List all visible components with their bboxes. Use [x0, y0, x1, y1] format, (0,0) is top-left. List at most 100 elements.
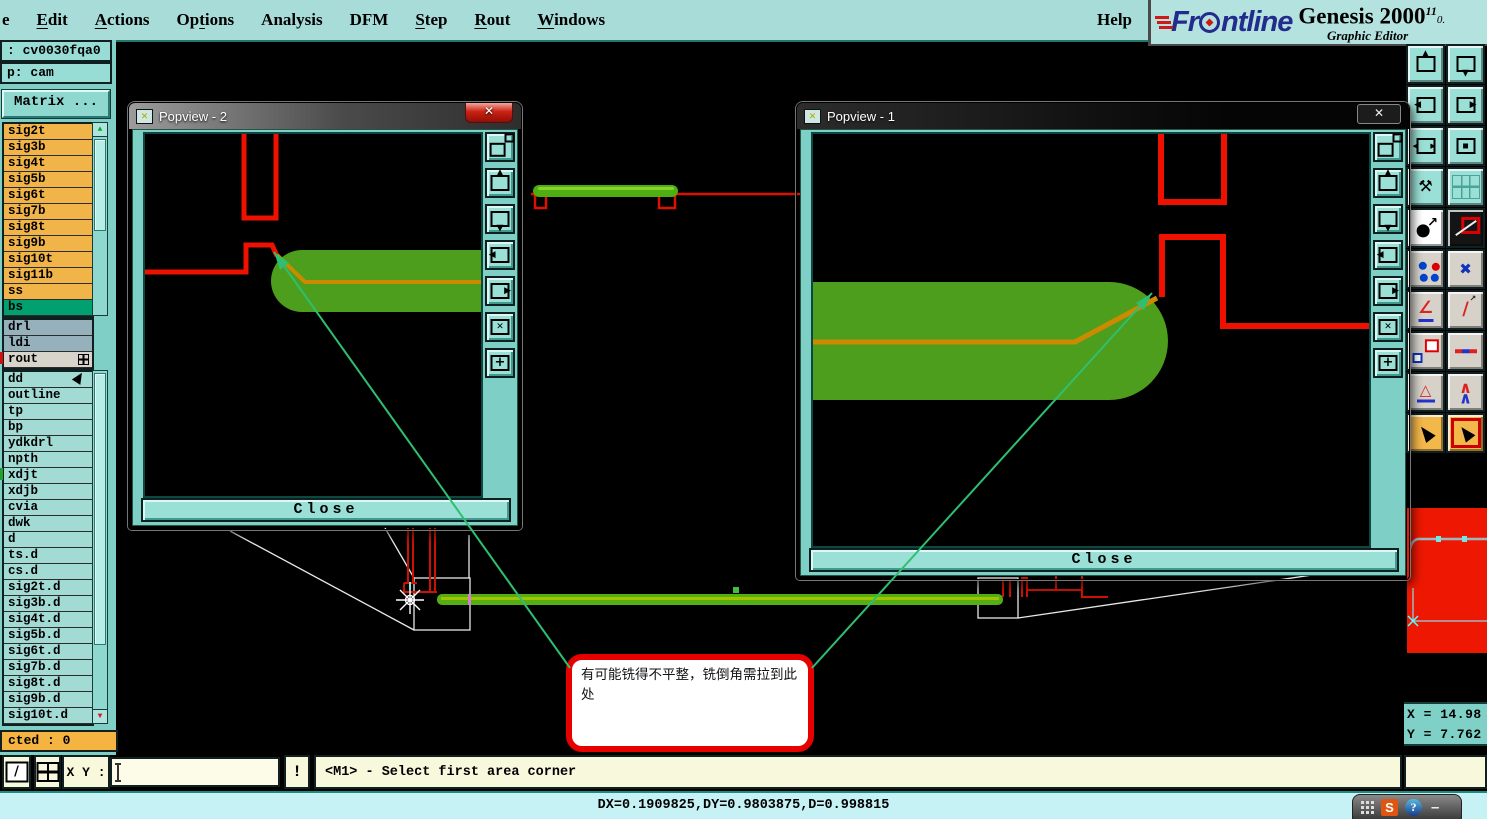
- box-center-icon: [1448, 128, 1483, 164]
- app-drawer-icon[interactable]: [1361, 800, 1374, 814]
- layer-item-sig2t[interactable]: sig2t: [4, 124, 92, 140]
- zoom-center-button[interactable]: [1446, 126, 1485, 166]
- popview-window-icon: ✕: [804, 108, 821, 124]
- layer-item-sig3b.d[interactable]: sig3b.d: [4, 596, 92, 612]
- pv1-zoom-out-button[interactable]: [1373, 348, 1403, 378]
- layer-item-ldi[interactable]: ldi: [4, 336, 92, 352]
- layer-item-sig9b.d[interactable]: sig9b.d: [4, 692, 92, 708]
- pan-left-button[interactable]: [1406, 85, 1445, 125]
- pv2-pan-right-button[interactable]: [485, 276, 515, 306]
- layer-item-d[interactable]: d: [4, 532, 92, 548]
- layer-item-sig2t.d[interactable]: sig2t.d: [4, 580, 92, 596]
- scroll-down-icon[interactable]: ▼: [93, 709, 107, 723]
- layer-scrollbar-top[interactable]: ▲: [92, 122, 108, 316]
- layer-item-sig7b.d[interactable]: sig7b.d: [4, 660, 92, 676]
- layer-item-sig6t[interactable]: sig6t: [4, 188, 92, 204]
- pv1-pan-left-button[interactable]: [1373, 240, 1403, 270]
- tile-windows-button[interactable]: [34, 755, 61, 789]
- erase-button[interactable]: [1446, 249, 1485, 289]
- s-app-icon[interactable]: S: [1381, 798, 1398, 816]
- layer-item-drl[interactable]: drl: [4, 320, 92, 336]
- layer-item-sig8t.d[interactable]: sig8t.d: [4, 676, 92, 692]
- zoom-selected-button[interactable]: [1406, 208, 1445, 248]
- matrix-button[interactable]: Matrix ...: [1, 89, 111, 119]
- layer-item-xdjt[interactable]: xdjt: [4, 468, 92, 484]
- layer-item-sig7b[interactable]: sig7b: [4, 204, 92, 220]
- net-points-button[interactable]: [1406, 249, 1445, 289]
- layer-item-sig5b.d[interactable]: sig5b.d: [4, 628, 92, 644]
- layer-item-ts.d[interactable]: ts.d: [4, 548, 92, 564]
- layer-item-sig11b[interactable]: sig11b: [4, 268, 92, 284]
- popview-2-close-button[interactable]: Close: [141, 498, 511, 522]
- pv2-pan-left-button[interactable]: [485, 240, 515, 270]
- pv1-pan-up-button[interactable]: [1373, 168, 1403, 198]
- pad-snap-button[interactable]: [1406, 331, 1445, 371]
- measure-width-button[interactable]: [1446, 331, 1485, 371]
- scrollbar-thumb[interactable]: [94, 373, 106, 645]
- layer-item-sig4t.d[interactable]: sig4t.d: [4, 612, 92, 628]
- alert-button[interactable]: !: [284, 755, 310, 789]
- popview-1-close-button[interactable]: Close: [809, 548, 1399, 572]
- layer-item-npth[interactable]: npth: [4, 452, 92, 468]
- scroll-up-icon[interactable]: ▲: [93, 123, 107, 137]
- scrollbar-thumb[interactable]: [94, 139, 106, 231]
- pv2-zoom-out-button[interactable]: [485, 348, 515, 378]
- pan-right-button[interactable]: [1446, 85, 1485, 125]
- layer-item-rout[interactable]: rout: [4, 352, 92, 368]
- pan-up-button[interactable]: [1406, 44, 1445, 84]
- layer-item-sig8t[interactable]: sig8t: [4, 220, 92, 236]
- pv1-pan-down-button[interactable]: [1373, 204, 1403, 234]
- red-outline-step: [1159, 234, 1369, 329]
- popview-2-window[interactable]: ✕ Popview - 2 ✕ Close: [128, 102, 522, 530]
- pv1-zoom-in-button[interactable]: [1373, 312, 1403, 342]
- popview-1-titlebar[interactable]: ✕ Popview - 1 ✕: [797, 103, 1409, 129]
- popview-2-canvas[interactable]: [143, 132, 483, 498]
- help-app-icon[interactable]: ?: [1405, 798, 1422, 816]
- layer-item-xdjb[interactable]: xdjb: [4, 484, 92, 500]
- layer-item-tp[interactable]: tp: [4, 404, 92, 420]
- measure-angle-button[interactable]: [1406, 290, 1445, 330]
- chevron-up-button[interactable]: [1446, 372, 1485, 412]
- frame-select-button[interactable]: [1446, 413, 1485, 453]
- pv2-zoom-in-button[interactable]: [485, 312, 515, 342]
- layer-item-dwk[interactable]: dwk: [4, 516, 92, 532]
- pan-down-button[interactable]: [1446, 44, 1485, 84]
- layer-item-sig3b[interactable]: sig3b: [4, 140, 92, 156]
- popview-2-close-icon[interactable]: ✕: [465, 103, 513, 123]
- pv1-pan-right-button[interactable]: [1373, 276, 1403, 306]
- triangle-up-button[interactable]: [1406, 372, 1445, 412]
- layer-item-outline[interactable]: outline: [4, 388, 92, 404]
- popview-1-canvas[interactable]: [811, 132, 1371, 548]
- layer-item-sig6t.d[interactable]: sig6t.d: [4, 644, 92, 660]
- xy-coordinate-input[interactable]: [110, 757, 280, 787]
- pv2-pan-down-button[interactable]: [485, 204, 515, 234]
- pv2-popview-transfer-button[interactable]: [485, 132, 515, 162]
- setup-tools-button[interactable]: [1406, 167, 1445, 207]
- text-caret: [115, 763, 121, 782]
- popview-2-titlebar[interactable]: ✕ Popview - 2 ✕: [129, 103, 521, 129]
- grid-toggle-button[interactable]: [1446, 167, 1485, 207]
- layer-item-bp[interactable]: bp: [4, 420, 92, 436]
- layer-item-sig9b[interactable]: sig9b: [4, 236, 92, 252]
- red-outline-bracket: [241, 134, 279, 221]
- popview-1-window[interactable]: ✕ Popview - 1 ✕ Close: [796, 102, 1410, 580]
- layer-item-ydkdrl[interactable]: ydkdrl: [4, 436, 92, 452]
- popview-1-close-icon[interactable]: ✕: [1357, 104, 1401, 124]
- layer-item-sig4t[interactable]: sig4t: [4, 156, 92, 172]
- layer-item-ss[interactable]: ss: [4, 284, 92, 300]
- pv1-popview-transfer-button[interactable]: [1373, 132, 1403, 162]
- layer-item-sig5b[interactable]: sig5b: [4, 172, 92, 188]
- select-mode-button[interactable]: [1406, 413, 1445, 453]
- minimize-button[interactable]: –: [1431, 799, 1439, 816]
- layer-item-cvia[interactable]: cvia: [4, 500, 92, 516]
- shape-edit-button[interactable]: [1446, 208, 1485, 248]
- layer-scrollbar-bottom[interactable]: ▼: [92, 370, 108, 724]
- layer-item-cs.d[interactable]: cs.d: [4, 564, 92, 580]
- layer-item-sig10t[interactable]: sig10t: [4, 252, 92, 268]
- measure-mode-button[interactable]: [2, 755, 31, 789]
- zoom-extents-button[interactable]: [1406, 126, 1445, 166]
- measure-line-button[interactable]: [1446, 290, 1485, 330]
- pv2-pan-up-button[interactable]: [485, 168, 515, 198]
- layer-item-bs[interactable]: bs: [4, 300, 92, 316]
- layer-item-sig10t.d[interactable]: sig10t.d: [4, 708, 92, 724]
